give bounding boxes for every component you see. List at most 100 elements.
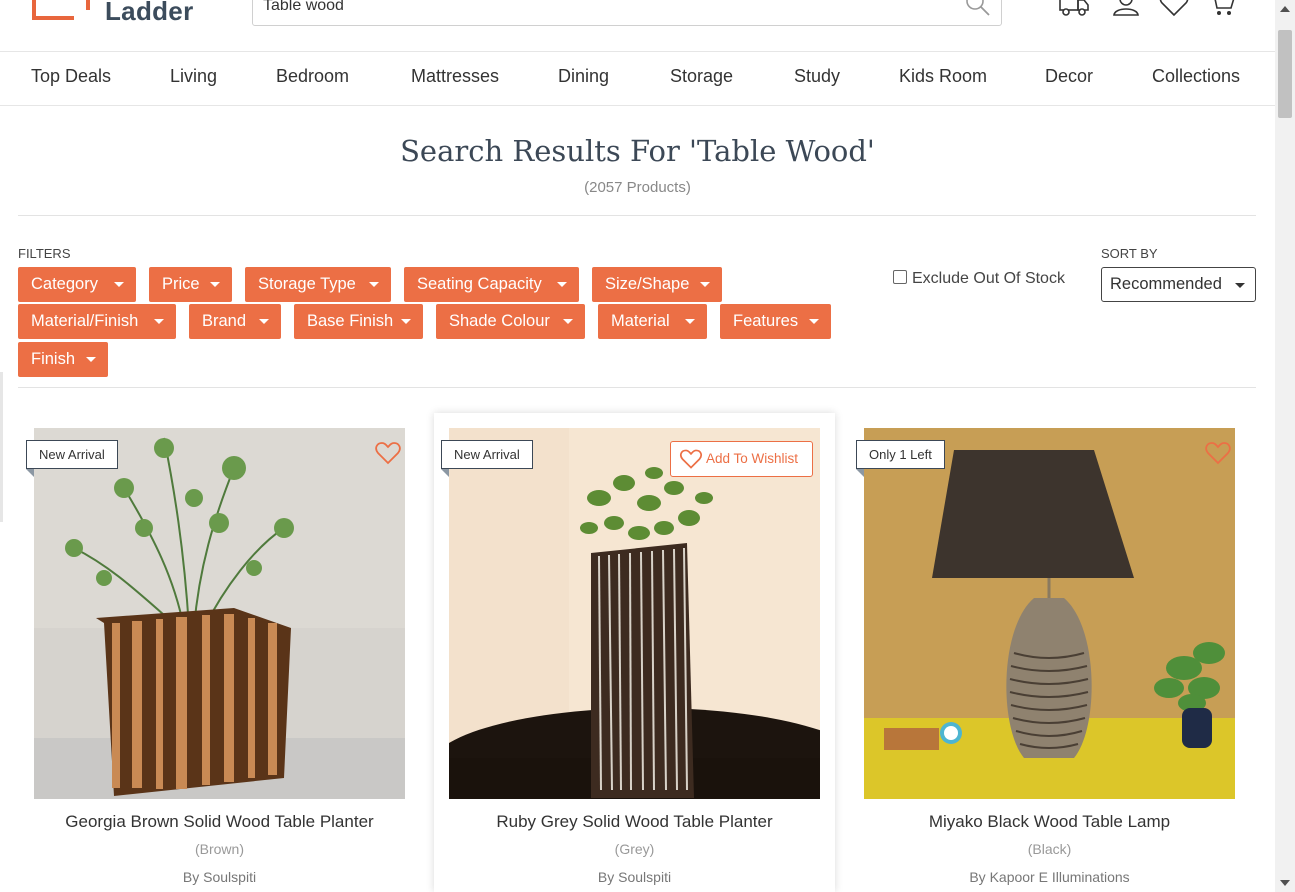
page-title: Search Results For 'Table Wood' — [400, 134, 875, 168]
filter-label: Material/Finish — [31, 312, 139, 330]
status-badge: Only 1 Left — [856, 440, 945, 477]
product-card[interactable]: New Arrival Add To Wishlist Ruby Grey So… — [434, 413, 835, 892]
nav-bedroom[interactable]: Bedroom — [276, 66, 349, 87]
status-badge: New Arrival — [26, 440, 118, 477]
sort-select[interactable]: Recommended — [1101, 267, 1256, 302]
exclude-out-of-stock[interactable]: Exclude Out Of Stock — [893, 270, 1065, 288]
heart-icon[interactable] — [1158, 0, 1190, 20]
product-name[interactable]: Ruby Grey Solid Wood Table Planter — [434, 812, 835, 832]
cart-icon[interactable] — [1206, 0, 1238, 20]
chevron-down-icon — [1235, 283, 1245, 288]
chevron-down-icon — [401, 319, 411, 324]
filter-label: Category — [31, 275, 98, 293]
heart-icon — [680, 449, 702, 469]
add-to-wishlist-button[interactable]: Add To Wishlist — [670, 441, 813, 477]
planter-image — [34, 428, 405, 799]
filter-material-finish[interactable]: Material/Finish — [18, 304, 176, 339]
search-box[interactable] — [252, 0, 1002, 26]
product-brand: By Kapoor E Illuminations — [969, 869, 1130, 885]
heart-icon[interactable] — [1204, 439, 1232, 467]
chevron-down-icon — [557, 282, 567, 287]
product-color: (Grey) — [614, 841, 655, 857]
logo-mark — [32, 0, 90, 20]
nav-kids-room[interactable]: Kids Room — [899, 66, 987, 87]
chevron-down-icon — [563, 319, 573, 324]
scroll-down-arrow-icon[interactable] — [1280, 880, 1290, 886]
filter-features[interactable]: Features — [720, 304, 831, 339]
filter-shade-colour[interactable]: Shade Colour — [436, 304, 585, 339]
filter-label: Base Finish — [307, 312, 394, 330]
logo-text: Ladder — [105, 0, 194, 26]
filter-finish[interactable]: Finish — [18, 342, 108, 377]
chevron-down-icon — [259, 319, 269, 324]
filter-material[interactable]: Material — [598, 304, 707, 339]
chevron-down-icon — [86, 357, 96, 362]
filter-storage-type[interactable]: Storage Type — [245, 267, 391, 302]
chevron-down-icon — [369, 282, 379, 287]
divider — [18, 215, 1256, 216]
nav-living[interactable]: Living — [170, 66, 217, 87]
results-count: (2057 Products) — [584, 179, 691, 196]
product-color: (Brown) — [194, 841, 244, 857]
filter-label: Brand — [202, 312, 247, 330]
exclude-label: Exclude Out Of Stock — [912, 270, 1065, 287]
chevron-down-icon — [210, 282, 220, 287]
nav-decor[interactable]: Decor — [1045, 66, 1093, 87]
nav-collections[interactable]: Collections — [1152, 66, 1240, 87]
filter-category[interactable]: Category — [18, 267, 136, 302]
filter-label: Material — [611, 312, 670, 330]
filter-label: Shade Colour — [449, 312, 550, 330]
exclude-checkbox[interactable] — [893, 270, 907, 284]
nav-study[interactable]: Study — [794, 66, 840, 87]
main-nav: Top Deals Living Bedroom Mattresses Dini… — [0, 52, 1275, 106]
filter-size-shape[interactable]: Size/Shape — [592, 267, 722, 302]
divider — [18, 387, 1256, 388]
chevron-down-icon — [685, 319, 695, 324]
filter-label: Finish — [31, 350, 76, 368]
filter-base-finish[interactable]: Base Finish — [294, 304, 423, 339]
filter-price[interactable]: Price — [149, 267, 232, 302]
search-icon[interactable] — [963, 0, 993, 19]
filter-label: Features — [733, 312, 799, 330]
user-icon[interactable] — [1110, 0, 1142, 20]
chevron-down-icon — [114, 282, 124, 287]
status-badge: New Arrival — [441, 440, 533, 477]
product-image[interactable] — [449, 428, 820, 799]
filter-seating-capacity[interactable]: Seating Capacity — [404, 267, 579, 302]
sort-by-label: SORT BY — [1101, 246, 1158, 261]
product-card[interactable]: Only 1 Left Miyako Black Wood Table Lamp… — [849, 413, 1250, 892]
product-name[interactable]: Miyako Black Wood Table Lamp — [849, 812, 1250, 832]
product-brand: By Soulspiti — [597, 869, 672, 885]
filter-label: Storage Type — [258, 275, 356, 293]
wishlist-label: Add To Wishlist — [706, 451, 799, 466]
product-brand: By Soulspiti — [182, 869, 257, 885]
scrollbar[interactable] — [1275, 0, 1295, 892]
sort-selected-value: Recommended — [1110, 275, 1222, 293]
product-name[interactable]: Georgia Brown Solid Wood Table Planter — [19, 812, 420, 832]
nav-dining[interactable]: Dining — [558, 66, 609, 87]
filter-label: Size/Shape — [605, 275, 690, 293]
scroll-thumb[interactable] — [1278, 30, 1292, 118]
side-tab — [0, 372, 3, 522]
product-image[interactable] — [864, 428, 1235, 799]
filter-label: Price — [162, 275, 200, 293]
planter-image — [449, 428, 820, 799]
nav-storage[interactable]: Storage — [670, 66, 733, 87]
product-image[interactable] — [34, 428, 405, 799]
truck-icon[interactable] — [1058, 0, 1090, 20]
product-color: (Black) — [1027, 841, 1072, 857]
filter-brand[interactable]: Brand — [189, 304, 281, 339]
site-header: Ladder — [0, 0, 1275, 52]
heart-icon[interactable] — [374, 439, 402, 467]
chevron-down-icon — [809, 319, 819, 324]
filter-label: Seating Capacity — [417, 275, 542, 293]
product-card[interactable]: New Arrival Georgia Brown Solid Wood Tab… — [19, 413, 420, 892]
nav-top-deals[interactable]: Top Deals — [31, 66, 111, 87]
search-input[interactable] — [263, 0, 943, 19]
lamp-image — [864, 428, 1235, 799]
filters-label: FILTERS — [18, 246, 71, 261]
chevron-down-icon — [700, 282, 710, 287]
chevron-down-icon — [154, 319, 164, 324]
nav-mattresses[interactable]: Mattresses — [411, 66, 499, 87]
scroll-up-arrow-icon[interactable] — [1280, 6, 1290, 12]
